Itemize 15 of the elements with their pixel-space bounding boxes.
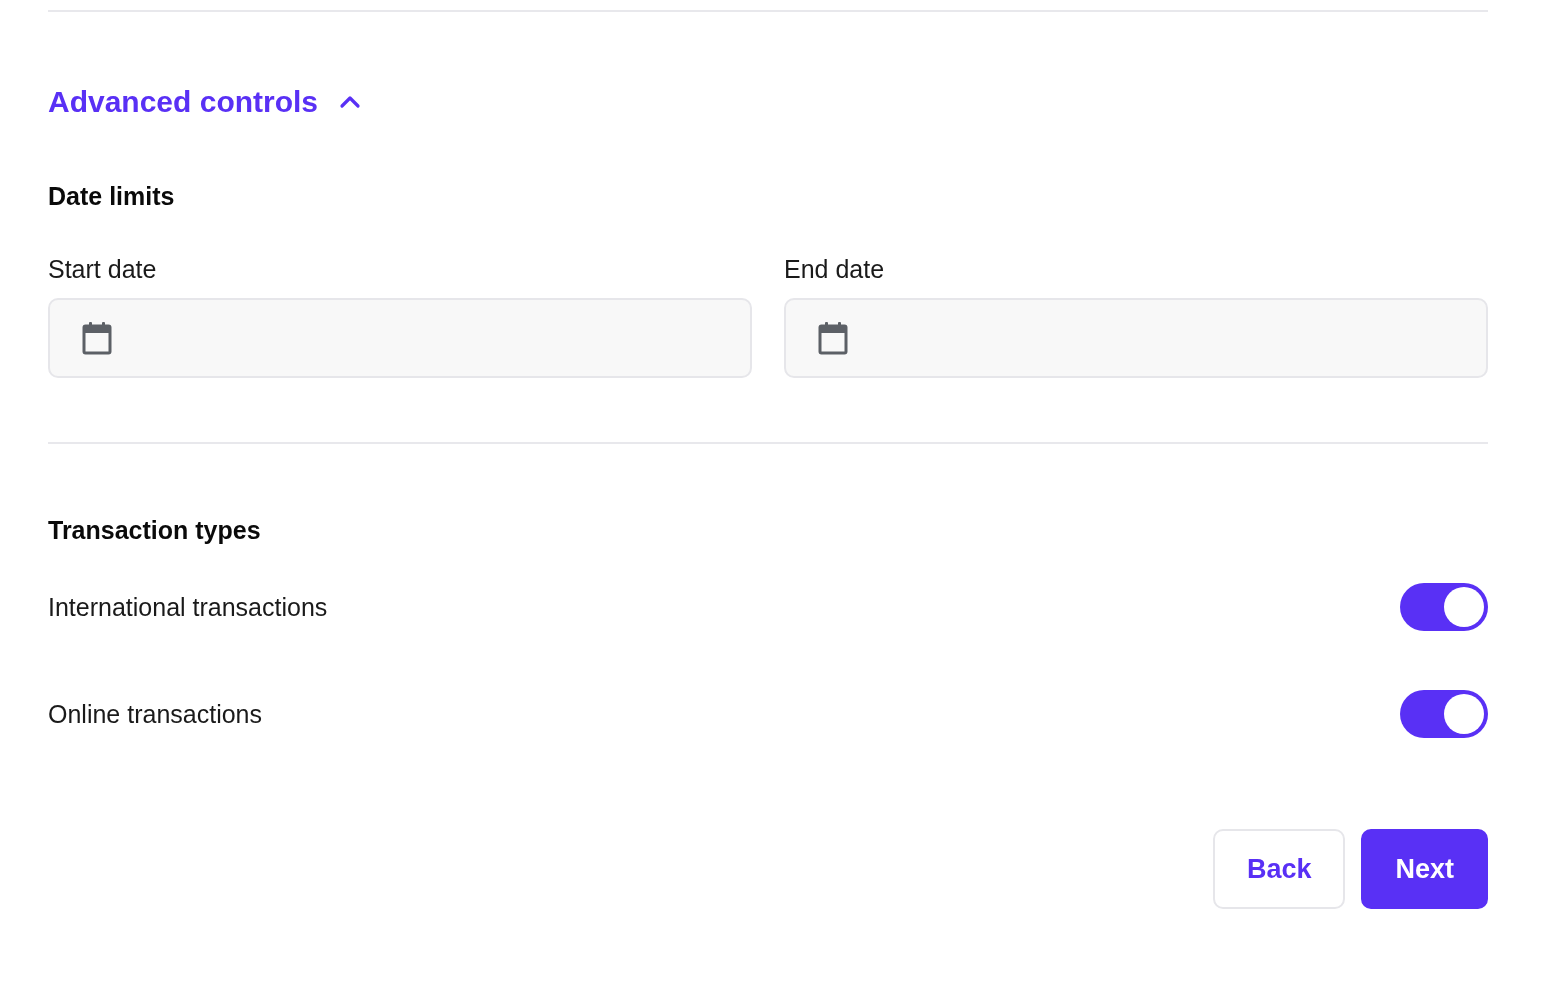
calendar-icon [818,321,848,355]
back-button[interactable]: Back [1212,829,1346,909]
date-input-field[interactable] [784,298,1488,378]
toggle-switch[interactable] [1400,583,1488,631]
toggle-switch[interactable] [1400,690,1488,738]
toggle-label: International transactions [48,592,328,622]
field-label: Start date [48,255,157,284]
advanced-controls-toggle[interactable]: Advanced controls [48,80,363,124]
section-heading: Transaction types [48,516,262,545]
field-label: End date [784,255,885,284]
date-input-field[interactable] [48,298,752,378]
toggle-label: Online transactions [48,699,262,729]
next-button[interactable]: Next [1361,829,1488,909]
calendar-icon [82,321,112,355]
section-heading: Date limits [48,182,176,211]
